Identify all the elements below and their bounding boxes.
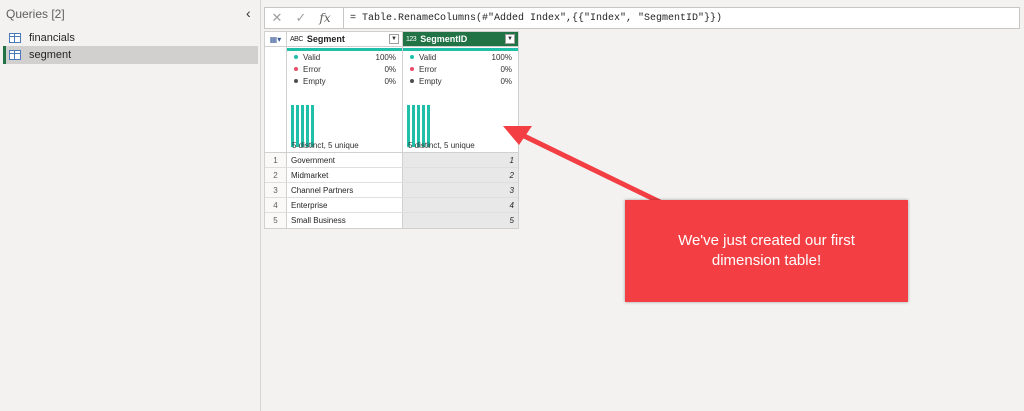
stat-label: Empty xyxy=(303,76,326,86)
cell-segment[interactable]: Government xyxy=(287,153,403,167)
stat-label: Error xyxy=(303,64,321,74)
query-label: segment xyxy=(29,49,72,61)
stat-empty: Empty 0% xyxy=(409,75,512,87)
cell-segment[interactable]: Enterprise xyxy=(287,198,403,212)
number-type-icon[interactable]: 123 xyxy=(406,36,417,43)
data-grid: ▦▾ ABC Segment ▼ 123 SegmentID ▼ Valid 1… xyxy=(264,31,519,229)
queries-pane: Queries [2] ‹ financials segment xyxy=(0,0,261,411)
error-dot-icon xyxy=(294,67,298,71)
header-row: ▦▾ ABC Segment ▼ 123 SegmentID ▼ xyxy=(265,32,518,47)
query-item-segment[interactable]: segment xyxy=(3,46,258,64)
empty-dot-icon xyxy=(410,79,414,83)
query-label: financials xyxy=(29,32,75,44)
table-row[interactable]: 2 Midmarket 2 xyxy=(265,168,518,183)
empty-dot-icon xyxy=(294,79,298,83)
profile-gutter xyxy=(265,47,287,152)
fx-icon[interactable]: fx xyxy=(313,11,337,25)
stat-empty: Empty 0% xyxy=(293,75,396,87)
stat-value: 0% xyxy=(500,76,512,86)
callout-box: We've just created our first dimension t… xyxy=(625,200,908,302)
valid-dot-icon xyxy=(294,55,298,59)
table-icon xyxy=(9,33,21,43)
formula-input[interactable]: = Table.RenameColumns(#"Added Index",{{"… xyxy=(344,13,722,24)
callout-text: We've just created our first dimension t… xyxy=(678,232,855,269)
cell-segment[interactable]: Small Business xyxy=(287,213,403,228)
column-profile-row: Valid 100% Error 0% Empty 0% 5 distinct,… xyxy=(265,47,518,153)
query-item-financials[interactable]: financials xyxy=(3,29,258,47)
arrow-line xyxy=(518,131,662,205)
cell-segmentid[interactable]: 4 xyxy=(403,198,518,212)
commit-icon[interactable]: ✓ xyxy=(289,10,313,26)
cell-segmentid[interactable]: 3 xyxy=(403,183,518,197)
table-row[interactable]: 1 Government 1 xyxy=(265,153,518,168)
valid-dot-icon xyxy=(410,55,414,59)
stat-value: 0% xyxy=(384,76,396,86)
filter-dropdown-icon[interactable]: ▼ xyxy=(505,34,515,44)
text-type-icon[interactable]: ABC xyxy=(290,36,303,43)
filter-dropdown-icon[interactable]: ▼ xyxy=(389,34,399,44)
queries-header: Queries [2] xyxy=(6,7,65,21)
row-number[interactable]: 4 xyxy=(265,198,287,212)
table-menu-icon[interactable]: ▦▾ xyxy=(265,32,287,46)
table-row[interactable]: 3 Channel Partners 3 xyxy=(265,183,518,198)
table-row[interactable]: 4 Enterprise 4 xyxy=(265,198,518,213)
table-row[interactable]: 5 Small Business 5 xyxy=(265,213,518,228)
stat-label: Error xyxy=(419,64,437,74)
column-profile-segmentid: Valid 100% Error 0% Empty 0% 5 distinct,… xyxy=(403,47,518,152)
row-number[interactable]: 5 xyxy=(265,213,287,228)
cell-segment[interactable]: Midmarket xyxy=(287,168,403,182)
formula-bar: ✕ ✓ fx = Table.RenameColumns(#"Added Ind… xyxy=(264,7,1020,29)
stat-label: Valid xyxy=(419,52,437,62)
row-number[interactable]: 2 xyxy=(265,168,287,182)
row-number[interactable]: 3 xyxy=(265,183,287,197)
stat-error: Error 0% xyxy=(409,63,512,75)
cell-segmentid[interactable]: 5 xyxy=(403,213,518,228)
stat-valid: Valid 100% xyxy=(409,51,512,63)
cell-segmentid[interactable]: 2 xyxy=(403,168,518,182)
distinct-count: 5 distinct, 5 unique xyxy=(292,141,359,150)
stat-valid: Valid 100% xyxy=(293,51,396,63)
column-header-segment[interactable]: ABC Segment ▼ xyxy=(287,32,403,46)
column-header-segmentid[interactable]: 123 SegmentID ▼ xyxy=(403,32,518,46)
stat-label: Valid xyxy=(303,52,321,62)
stat-error: Error 0% xyxy=(293,63,396,75)
stat-value: 100% xyxy=(375,52,396,62)
table-icon xyxy=(9,50,21,60)
row-number[interactable]: 1 xyxy=(265,153,287,167)
collapse-pane-icon[interactable]: ‹ xyxy=(246,5,251,21)
cancel-icon[interactable]: ✕ xyxy=(265,10,289,26)
error-dot-icon xyxy=(410,67,414,71)
cell-segmentid[interactable]: 1 xyxy=(403,153,518,167)
distinct-count: 5 distinct, 5 unique xyxy=(408,141,475,150)
column-profile-segment: Valid 100% Error 0% Empty 0% 5 distinct,… xyxy=(287,47,403,152)
stat-value: 0% xyxy=(384,64,396,74)
stat-value: 0% xyxy=(500,64,512,74)
stat-value: 100% xyxy=(491,52,512,62)
stat-label: Empty xyxy=(419,76,442,86)
cell-segment[interactable]: Channel Partners xyxy=(287,183,403,197)
column-name: Segment xyxy=(306,34,345,44)
column-name: SegmentID xyxy=(420,34,468,44)
